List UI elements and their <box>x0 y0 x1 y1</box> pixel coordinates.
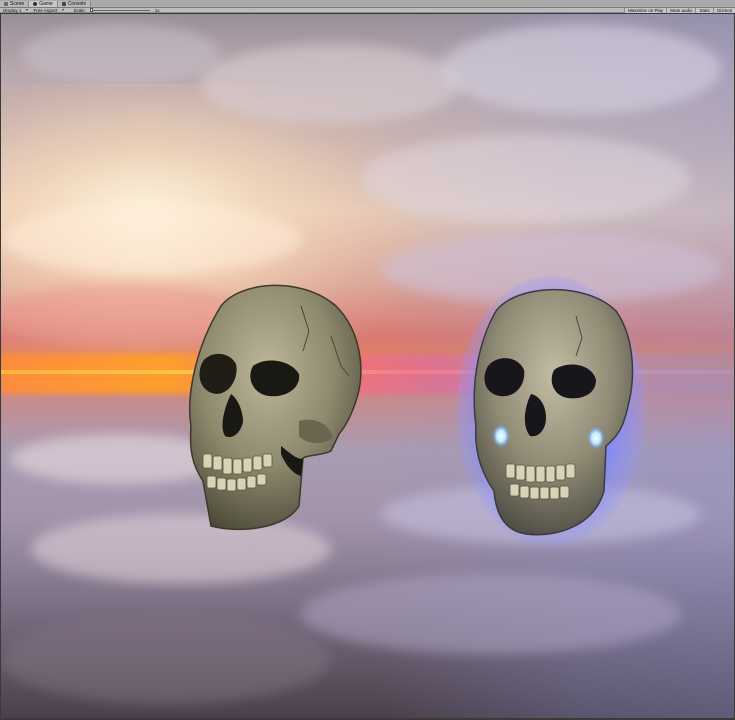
console-icon <box>61 2 66 6</box>
gizmos-dropdown[interactable]: Gizmos <box>712 7 735 13</box>
cloud <box>441 24 721 114</box>
cloud <box>1 204 301 274</box>
cloud <box>301 574 681 654</box>
glow-spot <box>492 424 510 448</box>
tab-scene-label: Scene <box>10 1 25 7</box>
tab-console-label: Console <box>67 1 87 7</box>
aspect-label: Free Aspect <box>33 7 58 13</box>
cloud <box>21 24 221 84</box>
scene-icon <box>4 2 8 6</box>
game-toolbar: Display 1 Free Aspect Scale 1x Maximize … <box>0 7 735 13</box>
glow-spot <box>587 426 605 450</box>
scale-slider[interactable] <box>89 8 150 12</box>
scale-value: 1x <box>154 7 160 13</box>
game-viewport[interactable] <box>1 14 734 718</box>
maximize-on-play-toggle[interactable]: Maximize on Play <box>623 7 667 13</box>
skull[interactable] <box>181 276 371 536</box>
cloud <box>201 44 461 124</box>
tab-game-label: Game <box>39 1 53 7</box>
display-dropdown[interactable]: Display 1 <box>0 8 31 13</box>
glowing-skull[interactable] <box>456 276 656 546</box>
display-label: Display 1 <box>3 7 22 13</box>
scale-control: Scale 1x <box>67 8 163 13</box>
scale-label: Scale <box>73 7 85 13</box>
tab-scene[interactable]: Scene <box>0 1 30 7</box>
aspect-dropdown[interactable]: Free Aspect <box>31 8 67 13</box>
mute-audio-toggle[interactable]: Mute audio <box>666 7 696 13</box>
cloud <box>1 614 331 704</box>
cloud <box>361 134 691 224</box>
game-icon <box>33 2 38 6</box>
tab-game[interactable]: Game <box>29 1 58 7</box>
scale-slider-thumb[interactable] <box>89 8 93 12</box>
glowing-skull-model <box>456 276 646 546</box>
game-window: Scene Game Console Display 1 Free Aspect… <box>0 0 735 720</box>
tab-console[interactable]: Console <box>57 1 92 7</box>
skull-model <box>189 284 362 531</box>
stats-toggle[interactable]: Stats <box>695 7 713 13</box>
